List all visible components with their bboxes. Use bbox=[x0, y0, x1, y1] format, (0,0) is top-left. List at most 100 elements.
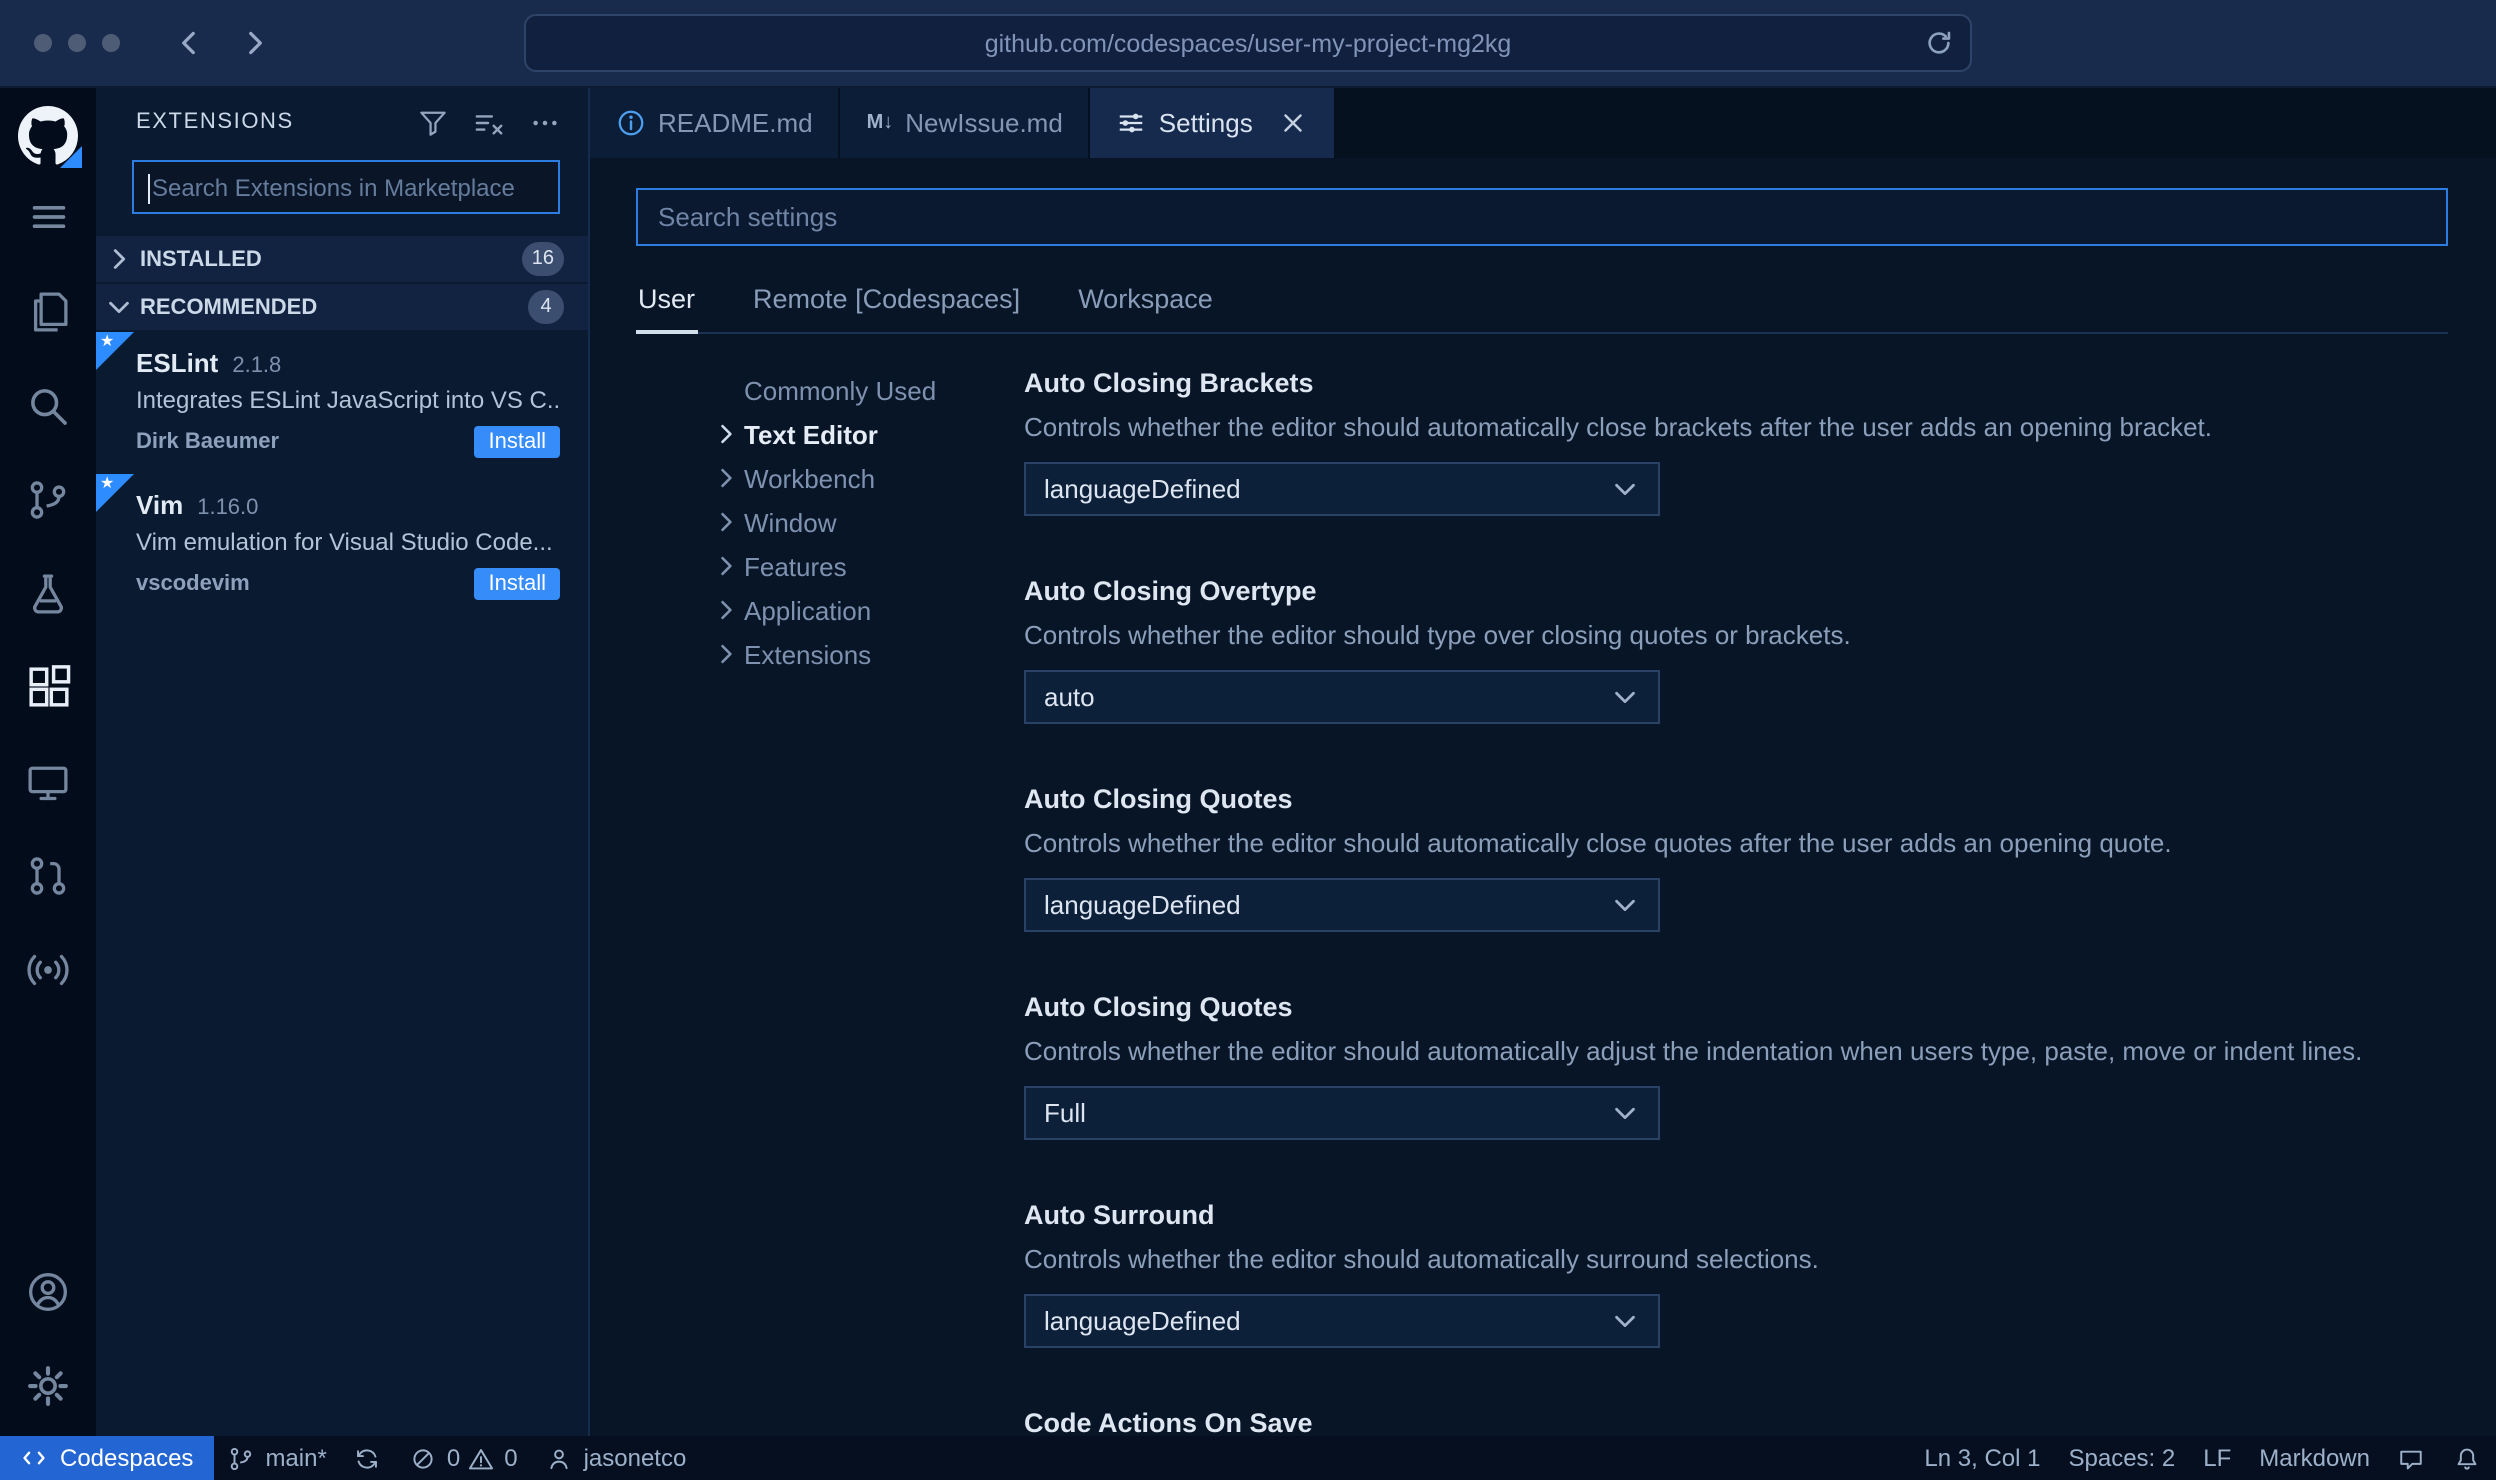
feedback-item[interactable] bbox=[2384, 1436, 2440, 1480]
section-installed[interactable]: INSTALLED 16 bbox=[96, 236, 588, 282]
refresh-button[interactable] bbox=[1924, 28, 1954, 58]
extension-name: Vim bbox=[136, 490, 184, 520]
extensions-search[interactable] bbox=[132, 160, 560, 214]
github-codespaces-logo[interactable] bbox=[18, 106, 82, 168]
section-recommended[interactable]: RECOMMENDED 4 bbox=[96, 284, 588, 330]
extension-description: Vim emulation for Visual Studio Code... bbox=[136, 528, 553, 556]
setting-select[interactable]: languageDefined bbox=[1024, 878, 1660, 932]
activity-item-testing[interactable] bbox=[0, 546, 96, 640]
extension-name: ESLint bbox=[136, 348, 219, 378]
back-button[interactable] bbox=[172, 26, 206, 60]
user-status-item[interactable]: jasonetco bbox=[532, 1436, 701, 1480]
activity-item-remote-tunnels[interactable] bbox=[0, 922, 96, 1016]
setting-select[interactable]: auto bbox=[1024, 670, 1660, 724]
activity-item-explorer[interactable] bbox=[0, 264, 96, 358]
sync-status-item[interactable] bbox=[341, 1436, 397, 1480]
forward-button[interactable] bbox=[238, 26, 272, 60]
close-window-button[interactable] bbox=[34, 34, 52, 52]
chevron-down-icon bbox=[104, 292, 134, 322]
extensions-sidebar: EXTENSIONS INSTALLED 16 RECOMMENDED 4 bbox=[96, 88, 590, 1436]
toc-item-commonly-used[interactable]: Commonly Used bbox=[712, 368, 1024, 412]
toc-label: Workbench bbox=[744, 463, 876, 493]
url-bar[interactable]: github.com/codespaces/user-my-project-mg… bbox=[524, 14, 1972, 72]
sidebar-header: EXTENSIONS bbox=[96, 88, 588, 156]
select-value: languageDefined bbox=[1044, 474, 1241, 504]
close-icon[interactable] bbox=[1279, 108, 1309, 138]
git-branch-icon bbox=[26, 477, 70, 521]
activity-item-remote-explorer[interactable] bbox=[0, 734, 96, 828]
cursor-position-item[interactable]: Ln 3, Col 1 bbox=[1910, 1436, 2054, 1480]
tab-label: README.md bbox=[658, 108, 813, 138]
indentation-item[interactable]: Spaces: 2 bbox=[2055, 1436, 2190, 1480]
tab-readme[interactable]: README.md bbox=[590, 88, 841, 158]
eol-item[interactable]: LF bbox=[2189, 1436, 2245, 1480]
toc-label: Application bbox=[744, 595, 872, 625]
browser-window: github.com/codespaces/user-my-project-mg… bbox=[0, 0, 2496, 1480]
chevron-left-icon bbox=[172, 26, 206, 60]
setting-title: Code Actions On Save bbox=[1024, 1408, 1313, 1436]
setting-description: Controls whether the editor should autom… bbox=[1024, 1036, 2363, 1066]
sidebar-actions bbox=[418, 107, 560, 137]
tab-settings[interactable]: Settings bbox=[1090, 88, 1337, 158]
setting-auto-closing-overtype: Auto Closing Overtype Controls whether t… bbox=[1024, 576, 2448, 724]
activity-item-search[interactable] bbox=[0, 358, 96, 452]
activity-bar bbox=[0, 88, 96, 1436]
setting-description: Controls whether the editor should autom… bbox=[1024, 1244, 1819, 1274]
branch-label: main* bbox=[265, 1444, 327, 1472]
toc-label: Commonly Used bbox=[744, 375, 937, 405]
filter-icon[interactable] bbox=[418, 107, 448, 137]
activity-item-settings[interactable] bbox=[0, 1338, 96, 1432]
setting-select[interactable]: languageDefined bbox=[1024, 462, 1660, 516]
settings-search[interactable] bbox=[636, 188, 2448, 246]
setting-select[interactable]: Full bbox=[1024, 1086, 1660, 1140]
activity-item-source-control[interactable] bbox=[0, 452, 96, 546]
install-button[interactable]: Install bbox=[474, 426, 560, 458]
chevron-right-icon bbox=[712, 552, 744, 580]
extension-version: 2.1.8 bbox=[232, 354, 282, 378]
scope-tab-user[interactable]: User bbox=[636, 272, 698, 334]
beaker-icon bbox=[26, 571, 70, 615]
toc-item-application[interactable]: Application bbox=[712, 588, 1024, 632]
text-cursor bbox=[148, 174, 150, 204]
toc-item-workbench[interactable]: Workbench bbox=[712, 456, 1024, 500]
activity-item-account[interactable] bbox=[0, 1244, 96, 1338]
problems-status-item[interactable]: 0 0 bbox=[397, 1436, 532, 1480]
chevron-right-icon bbox=[238, 26, 272, 60]
chevron-right-icon bbox=[712, 640, 744, 668]
maximize-window-button[interactable] bbox=[102, 34, 120, 52]
toc-item-extensions[interactable]: Extensions bbox=[712, 632, 1024, 676]
tab-newissue[interactable]: M↓ NewIssue.md bbox=[840, 88, 1091, 158]
error-icon bbox=[411, 1444, 439, 1472]
chevron-down-icon bbox=[1610, 474, 1640, 504]
toc-item-window[interactable]: Window bbox=[712, 500, 1024, 544]
branch-status-item[interactable]: main* bbox=[213, 1436, 340, 1480]
scope-tab-workspace[interactable]: Workspace bbox=[1076, 272, 1215, 334]
extension-list-item[interactable]: ★ Vim 1.16.0 Vim emulation for Visual St… bbox=[96, 474, 588, 616]
extension-title-row: ESLint 2.1.8 bbox=[136, 348, 560, 378]
cursor-position-label: Ln 3, Col 1 bbox=[1924, 1444, 2041, 1472]
language-mode-item[interactable]: Markdown bbox=[2245, 1436, 2384, 1480]
activity-item-pull-requests[interactable] bbox=[0, 828, 96, 922]
toc-item-text-editor[interactable]: Text Editor bbox=[712, 412, 1024, 456]
clear-extensions-icon[interactable] bbox=[474, 107, 504, 137]
extensions-search-input[interactable] bbox=[134, 173, 558, 201]
activity-item-menu[interactable] bbox=[0, 170, 96, 264]
more-actions-icon[interactable] bbox=[530, 107, 560, 137]
indentation-label: Spaces: 2 bbox=[2068, 1444, 2176, 1472]
install-button[interactable]: Install bbox=[474, 568, 560, 600]
codespaces-label: Codespaces bbox=[60, 1444, 194, 1472]
minimize-window-button[interactable] bbox=[68, 34, 86, 52]
scope-tab-remote[interactable]: Remote [Codespaces] bbox=[751, 272, 1022, 334]
traffic-lights bbox=[34, 34, 120, 52]
codespaces-status-button[interactable]: Codespaces bbox=[0, 1436, 214, 1480]
setting-title: Auto Closing Overtype bbox=[1024, 576, 1317, 606]
settings-search-input[interactable] bbox=[638, 202, 2446, 232]
star-glyph: ★ bbox=[100, 332, 115, 350]
notifications-item[interactable] bbox=[2440, 1436, 2496, 1480]
setting-select[interactable]: languageDefined bbox=[1024, 1294, 1660, 1348]
warning-count: 0 bbox=[504, 1444, 518, 1472]
activity-item-extensions[interactable] bbox=[0, 640, 96, 734]
extension-list-item[interactable]: ★ ESLint 2.1.8 Integrates ESLint JavaScr… bbox=[96, 332, 588, 474]
toc-item-features[interactable]: Features bbox=[712, 544, 1024, 588]
extension-description: Integrates ESLint JavaScript into VS C..… bbox=[136, 386, 560, 414]
